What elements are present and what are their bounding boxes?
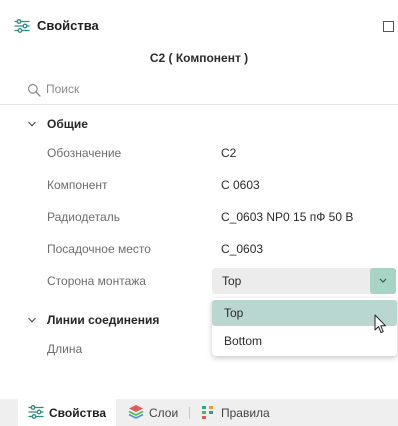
mount-side-dropdown: Top Bottom	[212, 298, 397, 356]
select-value: Top	[222, 274, 242, 288]
property-name: Сторона монтажа	[47, 274, 146, 288]
tab-layers[interactable]: Слои	[118, 399, 188, 426]
tab-properties[interactable]: Свойства	[18, 399, 116, 426]
mount-side-select[interactable]: Top	[212, 268, 396, 294]
property-row-component: Компонент C 0603	[0, 170, 398, 202]
property-name: Радиодеталь	[47, 210, 120, 224]
dropdown-option-top[interactable]: Top	[212, 300, 397, 326]
chevron-down-icon	[28, 121, 36, 127]
property-row-part: Радиодеталь C_0603 NP0 15 пФ 50 В	[0, 202, 398, 234]
property-row-designator: Обозначение C2	[0, 138, 398, 170]
panel-title: Свойства	[37, 18, 99, 33]
property-name: Обозначение	[47, 146, 122, 160]
bottom-tab-bar: Свойства Слои Правила	[0, 399, 398, 426]
chevron-down-icon	[379, 278, 387, 283]
select-toggle-button[interactable]	[370, 268, 396, 294]
property-name: Компонент	[47, 178, 108, 192]
search-icon	[27, 83, 41, 97]
search-input[interactable]	[46, 79, 376, 99]
component-title: C2 ( Компонент )	[149, 51, 249, 65]
sliders-icon	[28, 405, 44, 419]
property-value[interactable]: C2	[221, 146, 236, 160]
property-row-footprint: Посадочное место C_0603	[0, 234, 398, 266]
tab-label: Свойства	[49, 406, 107, 420]
property-value[interactable]: C_0603 NP0 15 пФ 50 В	[221, 210, 353, 224]
dropdown-option-bottom[interactable]: Bottom	[212, 328, 397, 354]
option-label: Top	[224, 306, 244, 320]
search-bar	[0, 74, 398, 105]
group-header-general[interactable]: Общие	[0, 114, 398, 136]
mouse-cursor-icon	[374, 314, 386, 333]
tab-rules[interactable]: Правила	[190, 399, 285, 426]
property-value[interactable]: C_0603	[221, 242, 263, 256]
panel-header: Свойства	[0, 0, 398, 34]
property-value[interactable]: C 0603	[221, 178, 260, 192]
property-name: Длина	[47, 342, 83, 356]
rules-icon	[202, 406, 213, 419]
properties-icon	[14, 19, 30, 33]
property-name: Посадочное место	[47, 242, 151, 256]
tab-label: Слои	[149, 406, 179, 420]
option-label: Bottom	[224, 334, 263, 348]
tab-label: Правила	[221, 406, 270, 420]
group-label: Линии соединения	[47, 313, 160, 327]
layers-icon	[128, 405, 144, 419]
chevron-down-icon	[28, 317, 36, 323]
maximize-icon[interactable]	[383, 21, 394, 32]
group-label: Общие	[47, 117, 88, 131]
